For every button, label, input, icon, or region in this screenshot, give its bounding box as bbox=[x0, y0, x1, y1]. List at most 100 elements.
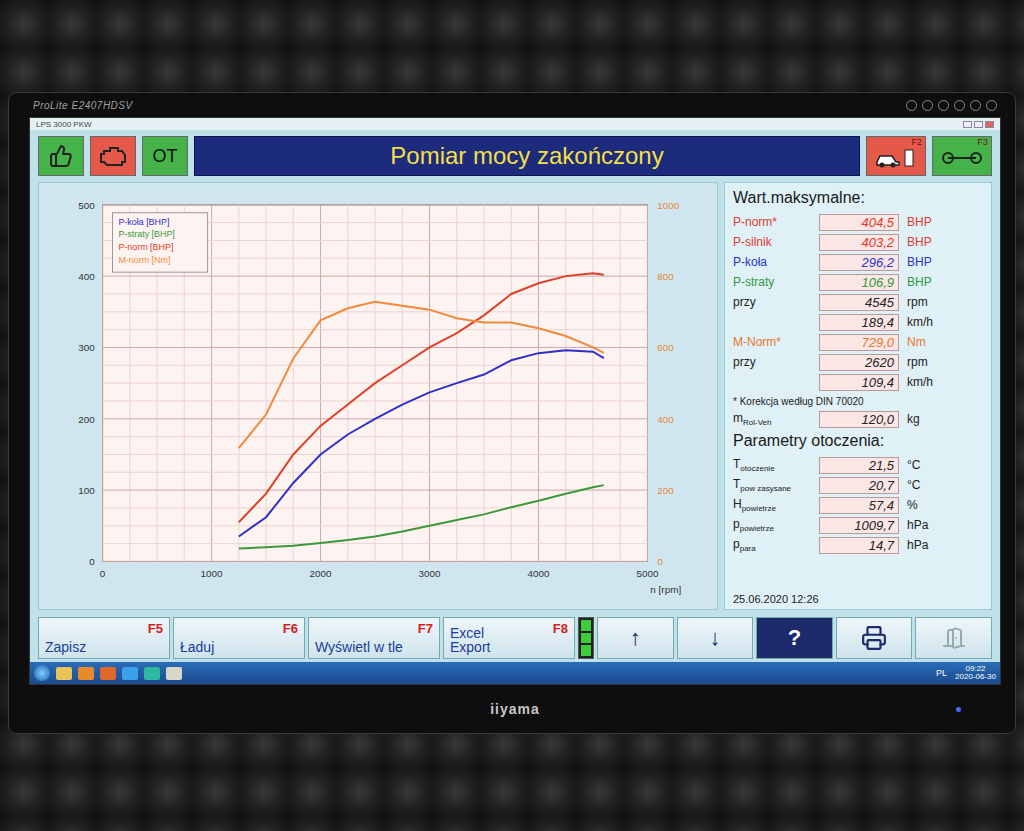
power-led bbox=[956, 707, 961, 712]
engine-icon bbox=[98, 145, 128, 167]
text-button[interactable]: ↑ bbox=[597, 617, 674, 659]
value-field: 4545 bbox=[819, 294, 899, 311]
language[interactable]: PL bbox=[936, 668, 947, 678]
value-row: przy2620rpm bbox=[733, 353, 983, 371]
brand-logo: iiyama bbox=[490, 701, 540, 717]
bezel-button[interactable] bbox=[954, 100, 965, 111]
grid-line bbox=[103, 400, 648, 401]
x-tick: 3000 bbox=[419, 568, 442, 579]
value-row: P-norm*404,5BHP bbox=[733, 213, 983, 231]
value-unit: hPa bbox=[907, 518, 983, 532]
value-label: Tpow zasysane bbox=[733, 477, 811, 493]
led-segment bbox=[581, 633, 591, 644]
value-label: Totoczenie bbox=[733, 457, 811, 473]
car-gauge-icon bbox=[874, 147, 918, 169]
value-field: 404,5 bbox=[819, 214, 899, 231]
y-right-tick: 1000 bbox=[657, 200, 680, 211]
value-unit: km/h bbox=[907, 375, 983, 389]
edge-icon[interactable] bbox=[144, 667, 160, 680]
ie-icon[interactable] bbox=[122, 667, 138, 680]
env-row: ppara14,7hPa bbox=[733, 536, 983, 554]
title-bar: LPS 3000 PKW bbox=[30, 118, 1000, 130]
env-row: Totoczenie21,5°C bbox=[733, 456, 983, 474]
grid-line bbox=[103, 525, 648, 526]
legend-item: P-straty [BHP] bbox=[118, 229, 174, 239]
value-label: M-Norm* bbox=[733, 335, 811, 349]
function-box[interactable]: F3 bbox=[932, 136, 992, 176]
legend-item: M-norm [Nm] bbox=[118, 255, 170, 265]
bezel-button[interactable] bbox=[906, 100, 917, 111]
x-tick: 1000 bbox=[201, 568, 224, 579]
value-field: 21,5 bbox=[819, 457, 899, 474]
y-right-tick: 200 bbox=[657, 485, 674, 496]
value-field: 120,0 bbox=[819, 411, 899, 428]
y-left-tick: 0 bbox=[89, 556, 95, 567]
clock[interactable]: 09:222020-06-30 bbox=[955, 665, 996, 682]
fkey-label: F2 bbox=[911, 138, 922, 147]
page: ProLite E2407HDSVLPS 3000 PKWOTPomiar mo… bbox=[0, 0, 1024, 831]
model-label: ProLite E2407HDSV bbox=[33, 100, 133, 111]
grid-line bbox=[103, 365, 648, 366]
firefox-icon[interactable] bbox=[100, 667, 116, 680]
thumbs-up-icon bbox=[49, 144, 73, 168]
y-right-tick: 400 bbox=[657, 414, 674, 425]
bezel-button[interactable] bbox=[986, 100, 997, 111]
main: 0100200300400500020040060080010000100020… bbox=[30, 182, 1000, 614]
screen: LPS 3000 PKWOTPomiar mocy zakończonyF2F3… bbox=[29, 117, 1001, 685]
fkey-label: F3 bbox=[977, 138, 988, 147]
fkey-label: F8 bbox=[553, 621, 568, 636]
y-right-tick: 600 bbox=[657, 342, 674, 353]
value-unit: BHP bbox=[907, 235, 983, 249]
value-row: 189,4km/h bbox=[733, 313, 983, 331]
grid-line bbox=[103, 454, 648, 455]
start-icon[interactable] bbox=[34, 665, 50, 681]
value-label: ppara bbox=[733, 537, 811, 553]
y-left-tick: 400 bbox=[78, 271, 95, 282]
function-button[interactable]: ŁadujF6 bbox=[173, 617, 305, 659]
value-label: ppowietrze bbox=[733, 517, 811, 533]
function-box[interactable]: F2 bbox=[866, 136, 926, 176]
button-label: Excel Export bbox=[450, 626, 500, 655]
bezel-button[interactable] bbox=[970, 100, 981, 111]
text-button[interactable]: ↓ bbox=[677, 617, 754, 659]
clock-time: 09:22 bbox=[966, 665, 986, 673]
exit-button[interactable] bbox=[915, 617, 992, 659]
maximize-button[interactable] bbox=[974, 121, 983, 128]
value-field: 57,4 bbox=[819, 497, 899, 514]
status-box bbox=[38, 136, 84, 176]
help-button[interactable]: ? bbox=[756, 617, 833, 659]
bezel-bottom: iiyama bbox=[29, 685, 1001, 733]
value-field: 106,9 bbox=[819, 274, 899, 291]
grid-line bbox=[103, 507, 648, 508]
x-tick: 4000 bbox=[527, 568, 550, 579]
value-field: 403,2 bbox=[819, 234, 899, 251]
value-label: przy bbox=[733, 295, 811, 309]
y-right-tick: 0 bbox=[657, 556, 663, 567]
function-button[interactable]: Wyświetl w tleF7 bbox=[308, 617, 440, 659]
folder-icon[interactable] bbox=[56, 667, 72, 680]
function-button[interactable]: ZapiszF5 bbox=[38, 617, 170, 659]
minimize-button[interactable] bbox=[963, 121, 972, 128]
env-title: Parametry otoczenia: bbox=[733, 432, 983, 450]
chart-panel: 0100200300400500020040060080010000100020… bbox=[38, 182, 718, 610]
function-button[interactable]: Excel Export F8 bbox=[443, 617, 575, 659]
value-row: przy4545rpm bbox=[733, 293, 983, 311]
values-panel: Wart.maksymalne:P-norm*404,5BHPP-silnik4… bbox=[724, 182, 992, 610]
close-button[interactable] bbox=[985, 121, 994, 128]
bezel-button[interactable] bbox=[938, 100, 949, 111]
grid-line bbox=[103, 329, 648, 330]
media-icon[interactable] bbox=[78, 667, 94, 680]
bezel-button[interactable] bbox=[922, 100, 933, 111]
value-unit: rpm bbox=[907, 355, 983, 369]
measure-date: 25.06.2020 12:26 bbox=[733, 593, 983, 605]
grid-line bbox=[103, 204, 648, 205]
y-right-tick: 800 bbox=[657, 271, 674, 282]
value-row: P-koła296,2BHP bbox=[733, 253, 983, 271]
app-icon[interactable] bbox=[166, 667, 182, 680]
series-line bbox=[239, 302, 604, 448]
exit-icon bbox=[942, 626, 966, 650]
status-label: OT bbox=[153, 146, 178, 167]
trailer-icon bbox=[940, 147, 984, 169]
printer-button[interactable] bbox=[836, 617, 913, 659]
correction-note: * Korekcja według DIN 70020 bbox=[733, 396, 983, 407]
